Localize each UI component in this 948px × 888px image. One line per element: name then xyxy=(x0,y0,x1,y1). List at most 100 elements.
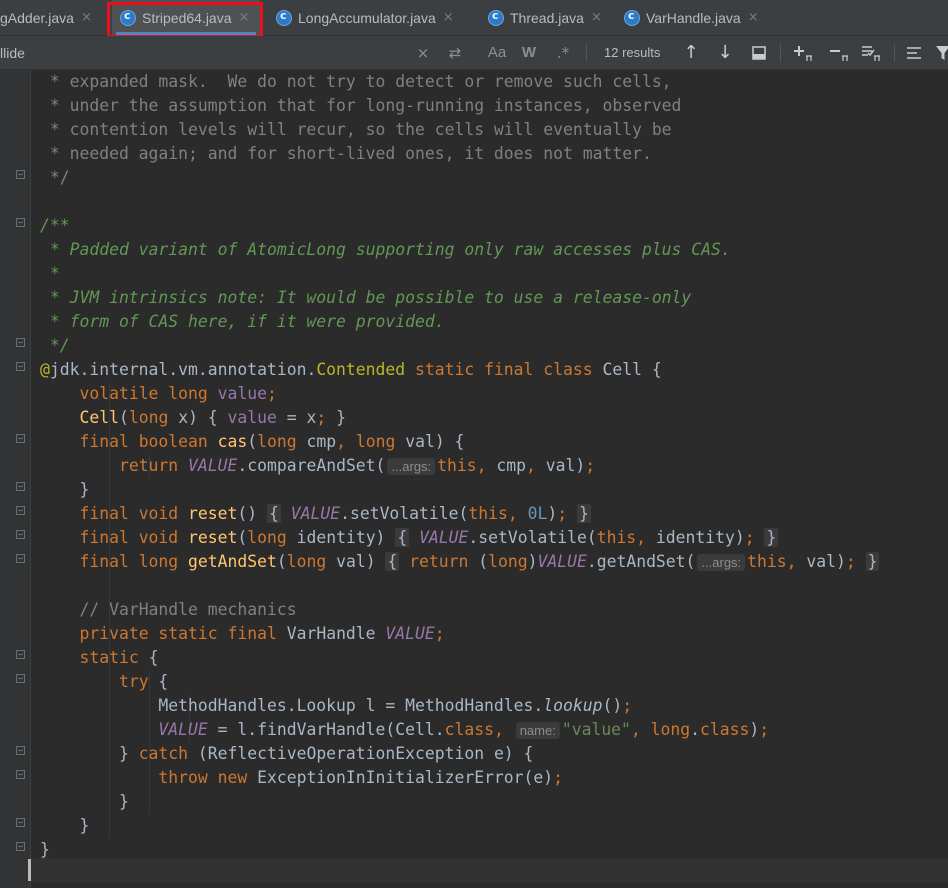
parameter-hint: ...args: xyxy=(697,554,746,571)
java-class-icon xyxy=(624,9,640,26)
code-line: private static final VarHandle VALUE; xyxy=(79,624,445,643)
whole-words-toggle[interactable]: W xyxy=(518,36,540,70)
code-line: throw new ExceptionInInitializerError(e)… xyxy=(158,768,564,787)
filter-icon[interactable] xyxy=(934,36,948,70)
tab-label: LongAccumulator.java xyxy=(298,9,436,26)
search-history-icon[interactable]: ⇄ xyxy=(444,36,466,70)
remove-occurrence-icon[interactable] xyxy=(826,36,852,70)
fold-marker-icon[interactable] xyxy=(16,674,25,683)
tab-striped64[interactable]: Striped64.java × xyxy=(112,0,260,35)
close-icon[interactable]: × xyxy=(81,10,92,25)
doc-comment-text: * Padded variant of AtomicLong supportin… xyxy=(40,240,731,259)
fold-marker-icon[interactable] xyxy=(16,650,25,659)
next-occurrence-icon[interactable]: ↓ xyxy=(714,36,736,70)
fold-marker-icon[interactable] xyxy=(16,842,25,851)
results-count: 12 results xyxy=(604,45,661,60)
code-line: MethodHandles.Lookup l = MethodHandles.l… xyxy=(40,696,633,715)
fold-marker-icon[interactable] xyxy=(16,338,25,347)
parameter-hint: ...args: xyxy=(387,458,436,475)
comment-text: */ xyxy=(40,168,70,187)
tab-longadder[interactable]: gAdder.java × xyxy=(0,0,104,35)
fold-marker-icon[interactable] xyxy=(16,506,25,515)
code-line: @jdk.internal.vm.annotation.Contended st… xyxy=(40,360,662,379)
fold-marker-icon[interactable] xyxy=(16,434,25,443)
search-input[interactable]: llide xyxy=(0,39,475,67)
code-line: static { xyxy=(79,648,159,667)
tab-label: Thread.java xyxy=(510,9,584,26)
tab-thread[interactable]: Thread.java × xyxy=(488,0,608,35)
fold-marker-icon[interactable] xyxy=(16,218,25,227)
code-line: final void reset(long identity) { VALUE.… xyxy=(79,528,779,547)
doc-comment-text: * JVM intrinsics note: It would be possi… xyxy=(40,288,692,307)
comment-text: * contention levels will recur, so the c… xyxy=(40,120,672,139)
java-class-icon xyxy=(120,9,136,26)
code-line: } xyxy=(40,480,90,499)
code-line: } xyxy=(40,792,129,811)
code-line: volatile long value; xyxy=(79,384,277,403)
gutter-divider xyxy=(30,70,31,888)
code-line: /** xyxy=(40,214,879,238)
fold-marker-icon[interactable] xyxy=(16,746,25,755)
code-line: * form of CAS here, if it were provided. xyxy=(40,310,879,334)
comment-text: * needed again; and for short-lived ones… xyxy=(40,144,652,163)
close-icon[interactable]: × xyxy=(591,10,602,25)
code-line: final void reset() { VALUE.setVolatile(t… xyxy=(79,504,591,523)
code-line: try { xyxy=(118,672,169,691)
code-line: * xyxy=(40,262,879,286)
code-line: // VarHandle mechanics xyxy=(40,598,879,622)
fold-marker-icon[interactable] xyxy=(16,770,25,779)
close-icon[interactable]: × xyxy=(748,10,759,25)
code-line: */ xyxy=(40,166,879,190)
match-case-toggle[interactable]: Aa xyxy=(484,36,510,70)
divider xyxy=(586,44,587,62)
close-icon[interactable]: × xyxy=(443,10,454,25)
tab-label: Striped64.java xyxy=(142,9,232,26)
code-editor[interactable]: * expanded mask. We do not try to detect… xyxy=(0,70,948,888)
doc-comment-text: /** xyxy=(40,216,70,235)
tab-longaccumulator[interactable]: LongAccumulator.java × xyxy=(276,0,472,35)
code-line: } xyxy=(40,840,50,859)
code-line: final boolean cas(long cmp, long val) { xyxy=(79,432,465,451)
fold-marker-icon[interactable] xyxy=(16,530,25,539)
code-line: VALUE = l.findVarHandle(Cell.class, name… xyxy=(158,720,770,739)
java-class-icon xyxy=(488,9,504,26)
find-bar: llide × ⇄ Aa W .* 12 results ↑ ↓ xyxy=(0,36,948,70)
code-line: * Padded variant of AtomicLong supportin… xyxy=(40,238,879,262)
code-line: * contention levels will recur, so the c… xyxy=(40,118,879,142)
code-lines: * expanded mask. We do not try to detect… xyxy=(40,70,880,862)
clear-search-icon[interactable]: × xyxy=(414,36,432,70)
fold-marker-icon[interactable] xyxy=(16,818,25,827)
parameter-hint: name: xyxy=(515,722,560,739)
select-all-occurrences-icon[interactable] xyxy=(858,36,884,70)
code-line: * expanded mask. We do not try to detect… xyxy=(40,70,879,94)
fold-marker-icon[interactable] xyxy=(16,170,25,179)
code-line: Cell(long x) { value = x; } xyxy=(79,408,346,427)
comment-text: // VarHandle mechanics xyxy=(79,600,297,619)
close-icon[interactable]: × xyxy=(239,10,250,25)
fold-marker-icon[interactable] xyxy=(16,554,25,563)
comment-text: * expanded mask. We do not try to detect… xyxy=(40,72,672,91)
code-line: */ xyxy=(40,334,879,358)
add-occurrence-icon[interactable] xyxy=(790,36,816,70)
regex-toggle[interactable]: .* xyxy=(552,36,574,70)
editor-tab-bar: gAdder.java × Striped64.java × LongAccum… xyxy=(0,0,948,36)
divider xyxy=(780,44,781,62)
fold-marker-icon[interactable] xyxy=(16,362,25,371)
fold-marker-icon[interactable] xyxy=(16,482,25,491)
code-line: * needed again; and for short-lived ones… xyxy=(40,142,879,166)
filter-results-icon[interactable] xyxy=(748,36,770,70)
code-line: } catch (ReflectiveOperationException e)… xyxy=(40,744,534,763)
code-line: * under the assumption that for long-run… xyxy=(40,94,879,118)
code-line: return VALUE.compareAndSet(...args: this,… xyxy=(118,456,596,475)
comment-text: * under the assumption that for long-run… xyxy=(40,96,682,115)
tab-label: VarHandle.java xyxy=(646,9,741,26)
divider xyxy=(894,44,895,62)
tab-varhandle[interactable]: VarHandle.java × xyxy=(624,0,774,35)
doc-comment-text: * form of CAS here, if it were provided. xyxy=(40,312,445,331)
tab-label: gAdder.java xyxy=(0,9,74,26)
code-line: * JVM intrinsics note: It would be possi… xyxy=(40,286,879,310)
previous-occurrence-icon[interactable]: ↑ xyxy=(680,36,702,70)
editor-gutter xyxy=(0,70,30,888)
context-options-icon[interactable] xyxy=(904,36,926,70)
